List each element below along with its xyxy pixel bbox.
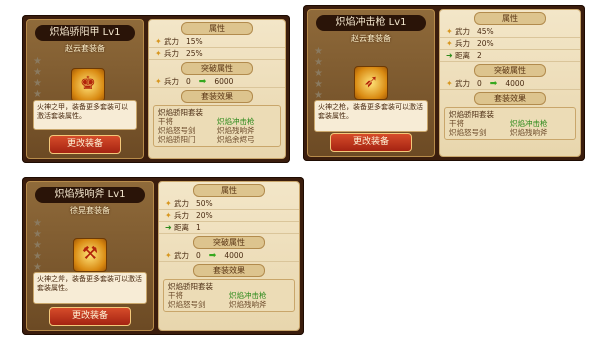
item-subtitle: 赵云套装备 (65, 44, 105, 53)
item-subtitle: 赵云套装备 (351, 34, 391, 43)
star-icon: ★ (33, 67, 42, 78)
set-item: 炽焰怒号剑 (168, 300, 206, 309)
set-item: 炽焰骄阳门 (158, 135, 196, 144)
item-preview-panel: 炽焰冲击枪 Lv1 赵云套装备 ★ ★ ★ ★ ★ ➶ 火神之枪，装备更多套装可… (307, 9, 435, 157)
breakthrough-row: ✦ 兵力 0 ➡ 6000 (149, 76, 285, 88)
equipment-card-1: 炽焰骄阳甲 Lv1 赵云套装备 ★ ★ ★ ★ ♚ 火神之甲，装备更多套装可以激… (22, 15, 290, 163)
attribute-row: ✦ 武力 15% (149, 36, 285, 48)
sword-icon: ✦ (446, 79, 453, 88)
breakthrough-row: ✦ 武力 0 ➡ 4000 (159, 250, 299, 262)
item-stats-panel: 属性 ✦ 武力 50% ✦ 兵力 20% ➜ 距离 1 突破属性 ✦ 武力 0 ➡ 4000 套装效… (158, 181, 300, 331)
item-subtitle: 徐晃套装备 (70, 206, 110, 215)
set-item: 炽焰怒号剑 (158, 126, 196, 135)
set-effect-box: 炽焰骄阳套装 干将 炽焰怒号剑 炽焰骄阳门 炽焰冲击枪 炽焰残响斧 炽焰余烬弓 (153, 105, 281, 147)
star-rating: ★ ★ ★ ★ (33, 56, 45, 100)
star-icon: ★ (314, 79, 323, 90)
attribute-row: ✦ 武力 45% (440, 26, 580, 38)
equipment-card-3: 炽焰残响斧 Lv1 徐晃套装备 ★ ★ ★ ★ ★ ⚒ 火神之斧，装备更多套装可… (22, 177, 304, 335)
attribute-row: ✦ 兵力 20% (440, 38, 580, 50)
star-icon: ★ (314, 46, 323, 57)
set-item: 干将 (449, 119, 464, 128)
set-name: 炽焰骄阳套装 (158, 108, 203, 117)
item-description: 火神之斧，装备更多套装可以激活套装属性。 (33, 272, 147, 304)
set-item: 干将 (168, 291, 183, 300)
range-icon: ➜ (446, 51, 453, 60)
soldier-icon: ✦ (446, 39, 453, 48)
attribute-row: ✦ 兵力 25% (149, 48, 285, 60)
arrow-right-icon: ➡ (489, 79, 498, 89)
set-item: 炽焰余烬弓 (217, 135, 255, 144)
set-effect-header: 套装效果 (474, 92, 546, 105)
star-icon: ★ (33, 251, 42, 262)
star-rating: ★ ★ ★ ★ ★ (33, 218, 45, 273)
item-description: 火神之枪，装备更多套装可以激活套装属性。 (314, 100, 428, 132)
soldier-icon: ✦ (165, 211, 172, 220)
set-name: 炽焰骄阳套装 (449, 110, 494, 119)
breakthrough-header: 突破属性 (474, 64, 546, 77)
sword-icon: ✦ (155, 37, 162, 46)
set-item: 炽焰冲击枪 (510, 119, 548, 128)
armor-icon[interactable]: ♚ (71, 68, 105, 102)
item-description: 火神之甲，装备更多套装可以激活套装属性。 (33, 100, 137, 130)
set-item: 炽焰残响斧 (510, 128, 548, 137)
soldier-icon: ✦ (155, 77, 162, 86)
item-title: 炽焰残响斧 Lv1 (35, 187, 145, 203)
star-icon: ★ (33, 56, 42, 67)
set-effect-header: 套装效果 (193, 264, 265, 277)
equipment-card-2: 炽焰冲击枪 Lv1 赵云套装备 ★ ★ ★ ★ ★ ➶ 火神之枪，装备更多套装可… (303, 5, 585, 161)
breakthrough-header: 突破属性 (181, 62, 253, 75)
attribute-row: ➜ 距离 1 (159, 222, 299, 234)
breakthrough-row: ✦ 武力 0 ➡ 4000 (440, 78, 580, 90)
soldier-icon: ✦ (155, 49, 162, 58)
range-icon: ➜ (165, 223, 172, 232)
sword-icon: ✦ (165, 199, 172, 208)
star-icon: ★ (33, 218, 42, 229)
axe-icon[interactable]: ⚒ (73, 238, 107, 272)
star-rating: ★ ★ ★ ★ ★ (314, 46, 326, 101)
sword-icon: ✦ (446, 27, 453, 36)
arrow-right-icon: ➡ (208, 251, 217, 261)
set-name: 炽焰骄阳套装 (168, 282, 213, 291)
breakthrough-header: 突破属性 (193, 236, 265, 249)
change-equipment-button[interactable]: 更改装备 (49, 135, 121, 154)
set-effect-box: 炽焰骄阳套装 干将 炽焰怒号剑 炽焰冲击枪 炽焰残响斧 (163, 279, 295, 312)
sword-icon: ✦ (165, 251, 172, 260)
star-icon: ★ (314, 68, 323, 79)
attributes-header: 属性 (181, 22, 253, 35)
set-item: 炽焰冲击枪 (229, 291, 267, 300)
set-item: 炽焰残响斧 (229, 300, 267, 309)
item-preview-panel: 炽焰残响斧 Lv1 徐晃套装备 ★ ★ ★ ★ ★ ⚒ 火神之斧，装备更多套装可… (26, 181, 154, 331)
item-stats-panel: 属性 ✦ 武力 15% ✦ 兵力 25% 突破属性 ✦ 兵力 0 ➡ 6000 套装效果 炽焰骄… (148, 19, 286, 159)
star-icon: ★ (33, 78, 42, 89)
spear-icon[interactable]: ➶ (354, 66, 388, 100)
item-stats-panel: 属性 ✦ 武力 45% ✦ 兵力 20% ➜ 距离 2 突破属性 ✦ 武力 0 ➡ 4000 套装效… (439, 9, 581, 157)
set-item: 干将 (158, 117, 173, 126)
item-preview-panel: 炽焰骄阳甲 Lv1 赵云套装备 ★ ★ ★ ★ ♚ 火神之甲，装备更多套装可以激… (26, 19, 144, 159)
item-title: 炽焰冲击枪 Lv1 (316, 15, 426, 31)
item-title: 炽焰骄阳甲 Lv1 (35, 25, 135, 41)
attribute-row: ✦ 兵力 20% (159, 210, 299, 222)
change-equipment-button[interactable]: 更改装备 (330, 133, 412, 152)
arrow-right-icon: ➡ (198, 77, 207, 87)
attribute-row: ➜ 距离 2 (440, 50, 580, 62)
attributes-header: 属性 (193, 184, 265, 197)
set-item: 炽焰冲击枪 (217, 117, 255, 126)
star-icon: ★ (33, 229, 42, 240)
star-icon: ★ (314, 57, 323, 68)
set-effect-box: 炽焰骄阳套装 干将 炽焰怒号剑 炽焰冲击枪 炽焰残响斧 (444, 107, 576, 140)
set-item: 炽焰残响斧 (217, 126, 255, 135)
set-effect-header: 套装效果 (181, 90, 253, 103)
star-icon: ★ (33, 240, 42, 251)
set-item: 炽焰怒号剑 (449, 128, 487, 137)
attributes-header: 属性 (474, 12, 546, 25)
attribute-row: ✦ 武力 50% (159, 198, 299, 210)
change-equipment-button[interactable]: 更改装备 (49, 307, 131, 326)
star-icon: ★ (33, 89, 42, 100)
